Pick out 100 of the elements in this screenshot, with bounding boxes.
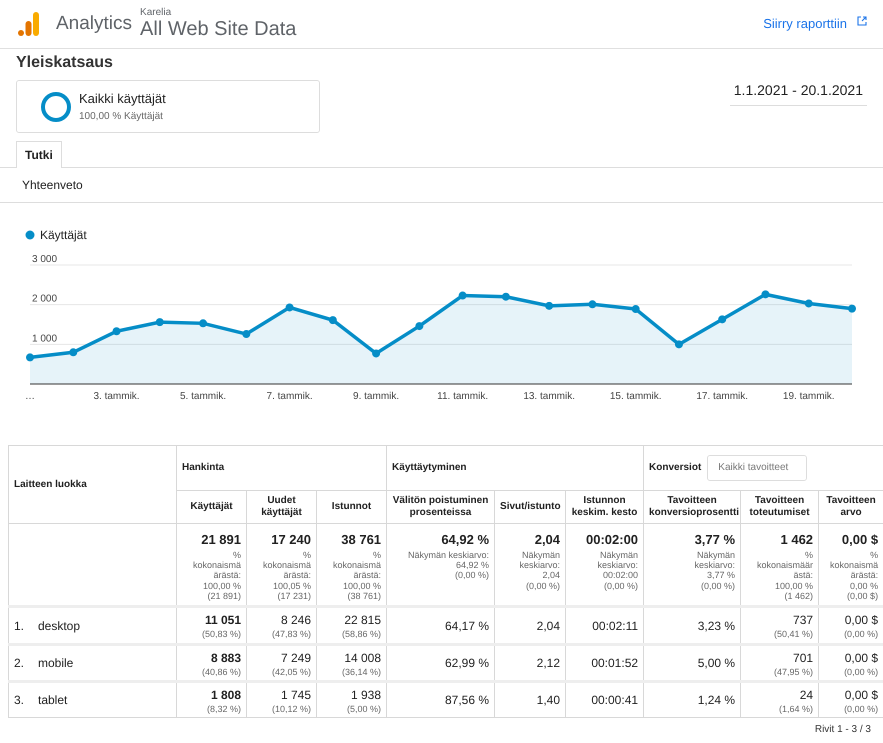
total-note: % kokonaismäär ästä: 100,00 % (1 462): [756, 550, 814, 602]
data-point[interactable]: [848, 304, 856, 313]
total-value: 17 240: [270, 531, 311, 550]
total-note: % kokonaismä ärästä: 100,00 % (38 761): [332, 550, 382, 602]
cell-value: 7 249: [280, 650, 311, 667]
cell-value: 87,56 %: [444, 692, 490, 710]
column-header[interactable]: Laitteen luokka: [8, 446, 176, 524]
data-point[interactable]: [502, 292, 510, 301]
x-axis-label: 11. tammik.: [437, 391, 488, 402]
cell-value: 0,00 $: [844, 612, 878, 630]
data-point[interactable]: [69, 348, 78, 356]
y-axis-label: 3 000: [32, 254, 58, 266]
data-point[interactable]: [761, 290, 770, 299]
subtab-label[interactable]: Yhteenveto: [0, 168, 883, 204]
y-axis-label: 1 000: [32, 334, 58, 345]
cell-percentage: (42,05 %): [270, 666, 311, 678]
total-note: Näkymän keskiarvo: 00:02:00 (0,00 %): [596, 550, 638, 592]
cell-percentage: (36,14 %): [341, 666, 382, 678]
x-axis-label: 9. tammik.: [353, 391, 400, 402]
cell-value: 1,40: [536, 692, 560, 710]
x-axis-label: 17. tammik.: [696, 391, 748, 402]
segment-ring-icon: [41, 92, 71, 122]
cell-value: 2,04: [536, 618, 560, 635]
group-header: Käyttäytyminen: [392, 462, 466, 474]
analytics-logo-icon: [18, 12, 40, 36]
device-name[interactable]: mobile: [38, 654, 74, 672]
total-value: 3,77 %: [694, 531, 736, 550]
row-index: 3.: [14, 692, 26, 710]
x-axis-label: 19. tammik.: [782, 391, 835, 402]
total-value: 0,00 $: [840, 531, 878, 550]
cell-percentage: (50,41 %): [773, 629, 814, 640]
cell-value: 8 246: [280, 612, 311, 630]
data-point[interactable]: [112, 327, 121, 336]
data-point[interactable]: [718, 316, 726, 324]
column-header[interactable]: Tavoitteen konversioprosentti: [644, 490, 741, 524]
date-range[interactable]: 1.1.2021 - 20.1.2021: [730, 80, 867, 106]
segment-detail: 100,00 % Käyttäjät: [79, 110, 164, 124]
column-header[interactable]: Tavoitteen toteutumiset: [740, 490, 819, 524]
column-header[interactable]: Uudet käyttäjät: [246, 490, 316, 524]
cell-percentage: (58,86 %): [341, 629, 382, 640]
cell-value: 0,00 $: [844, 650, 878, 667]
cell-value: 3,23 %: [696, 618, 736, 635]
device-name[interactable]: tablet: [38, 691, 68, 710]
total-note: % kokonaismä ärästä: 100,00 % (21 891): [192, 550, 241, 602]
x-axis-label: 7. tammik.: [266, 391, 313, 402]
cell-value: 00:00:41: [590, 692, 638, 710]
data-point[interactable]: [674, 340, 683, 349]
x-axis-label: 13. tammik.: [523, 391, 575, 402]
cell-value: 2,12: [536, 654, 560, 672]
data-point[interactable]: [26, 354, 34, 362]
report-link[interactable]: Siirry raporttiin: [763, 14, 867, 34]
group-header: Hankinta: [182, 462, 224, 474]
cell-value: 5,00 %: [696, 654, 736, 672]
data-point[interactable]: [199, 320, 208, 328]
column-header[interactable]: Käyttäjät: [176, 490, 246, 524]
data-point[interactable]: [632, 305, 640, 314]
cell-percentage: (0,00 %): [843, 704, 878, 714]
property-name[interactable]: All Web Site Data: [140, 18, 296, 40]
data-point[interactable]: [804, 300, 813, 308]
goal-selector[interactable]: Kaikki tavoitteet: [707, 455, 808, 482]
total-note: Näkymän keskiarvo: 64,92 % (0,00 %): [407, 550, 490, 581]
data-point[interactable]: [372, 350, 380, 358]
data-point[interactable]: [458, 292, 467, 300]
data-point[interactable]: [415, 322, 424, 330]
data-point[interactable]: [242, 330, 250, 338]
segment-card[interactable]: Kaikki käyttäjät 100,00 % Käyttäjät: [16, 80, 320, 134]
device-name[interactable]: desktop: [38, 616, 80, 635]
cell-value: 00:02:11: [591, 618, 638, 635]
total-note: Näkymän keskiarvo: 3,77 % (0,00 %): [694, 550, 736, 592]
total-note: % kokonaismä ärästä: 0,00 % (0,00 $): [829, 550, 878, 602]
cell-value: 22 815: [343, 612, 382, 630]
cell-value: 24: [798, 687, 814, 704]
column-header[interactable]: Välitön poistuminen prosenteissa: [386, 490, 495, 524]
cell-percentage: (47,83 %): [270, 629, 311, 640]
data-point[interactable]: [588, 300, 596, 308]
row-count: Rivit 1 - 3 / 3: [814, 724, 871, 736]
tab[interactable]: Tutki: [16, 141, 62, 168]
cell-value: 62,99 %: [444, 654, 490, 672]
cell-percentage: (50,83 %): [200, 629, 241, 640]
column-header[interactable]: Sivut/istunto: [494, 490, 566, 524]
column-header[interactable]: Istunnot: [316, 490, 387, 524]
cell-percentage: (0,00 %): [843, 629, 878, 640]
data-point[interactable]: [286, 304, 294, 312]
cell-value: 1 938: [350, 687, 382, 704]
row-index: 1.: [14, 618, 26, 635]
cell-value: 00:01:52: [590, 654, 638, 672]
total-value: 21 891: [200, 531, 241, 550]
x-axis-label: 15. tammik.: [610, 391, 662, 402]
cell-value: 1 745: [280, 687, 311, 704]
cell-value: 737: [792, 612, 814, 630]
data-point[interactable]: [328, 316, 337, 324]
cell-percentage: (0,00 %): [843, 666, 878, 678]
column-header[interactable]: Istunnon keskim. kesto: [566, 490, 644, 524]
cell-percentage: (8,32 %): [206, 704, 241, 714]
cell-percentage: (5,00 %): [346, 704, 382, 714]
data-point[interactable]: [545, 302, 554, 310]
cell-value: 1 808: [210, 687, 241, 704]
cell-value: 11 051: [204, 612, 241, 630]
cell-value: 14 008: [343, 650, 382, 667]
data-point[interactable]: [156, 318, 164, 326]
